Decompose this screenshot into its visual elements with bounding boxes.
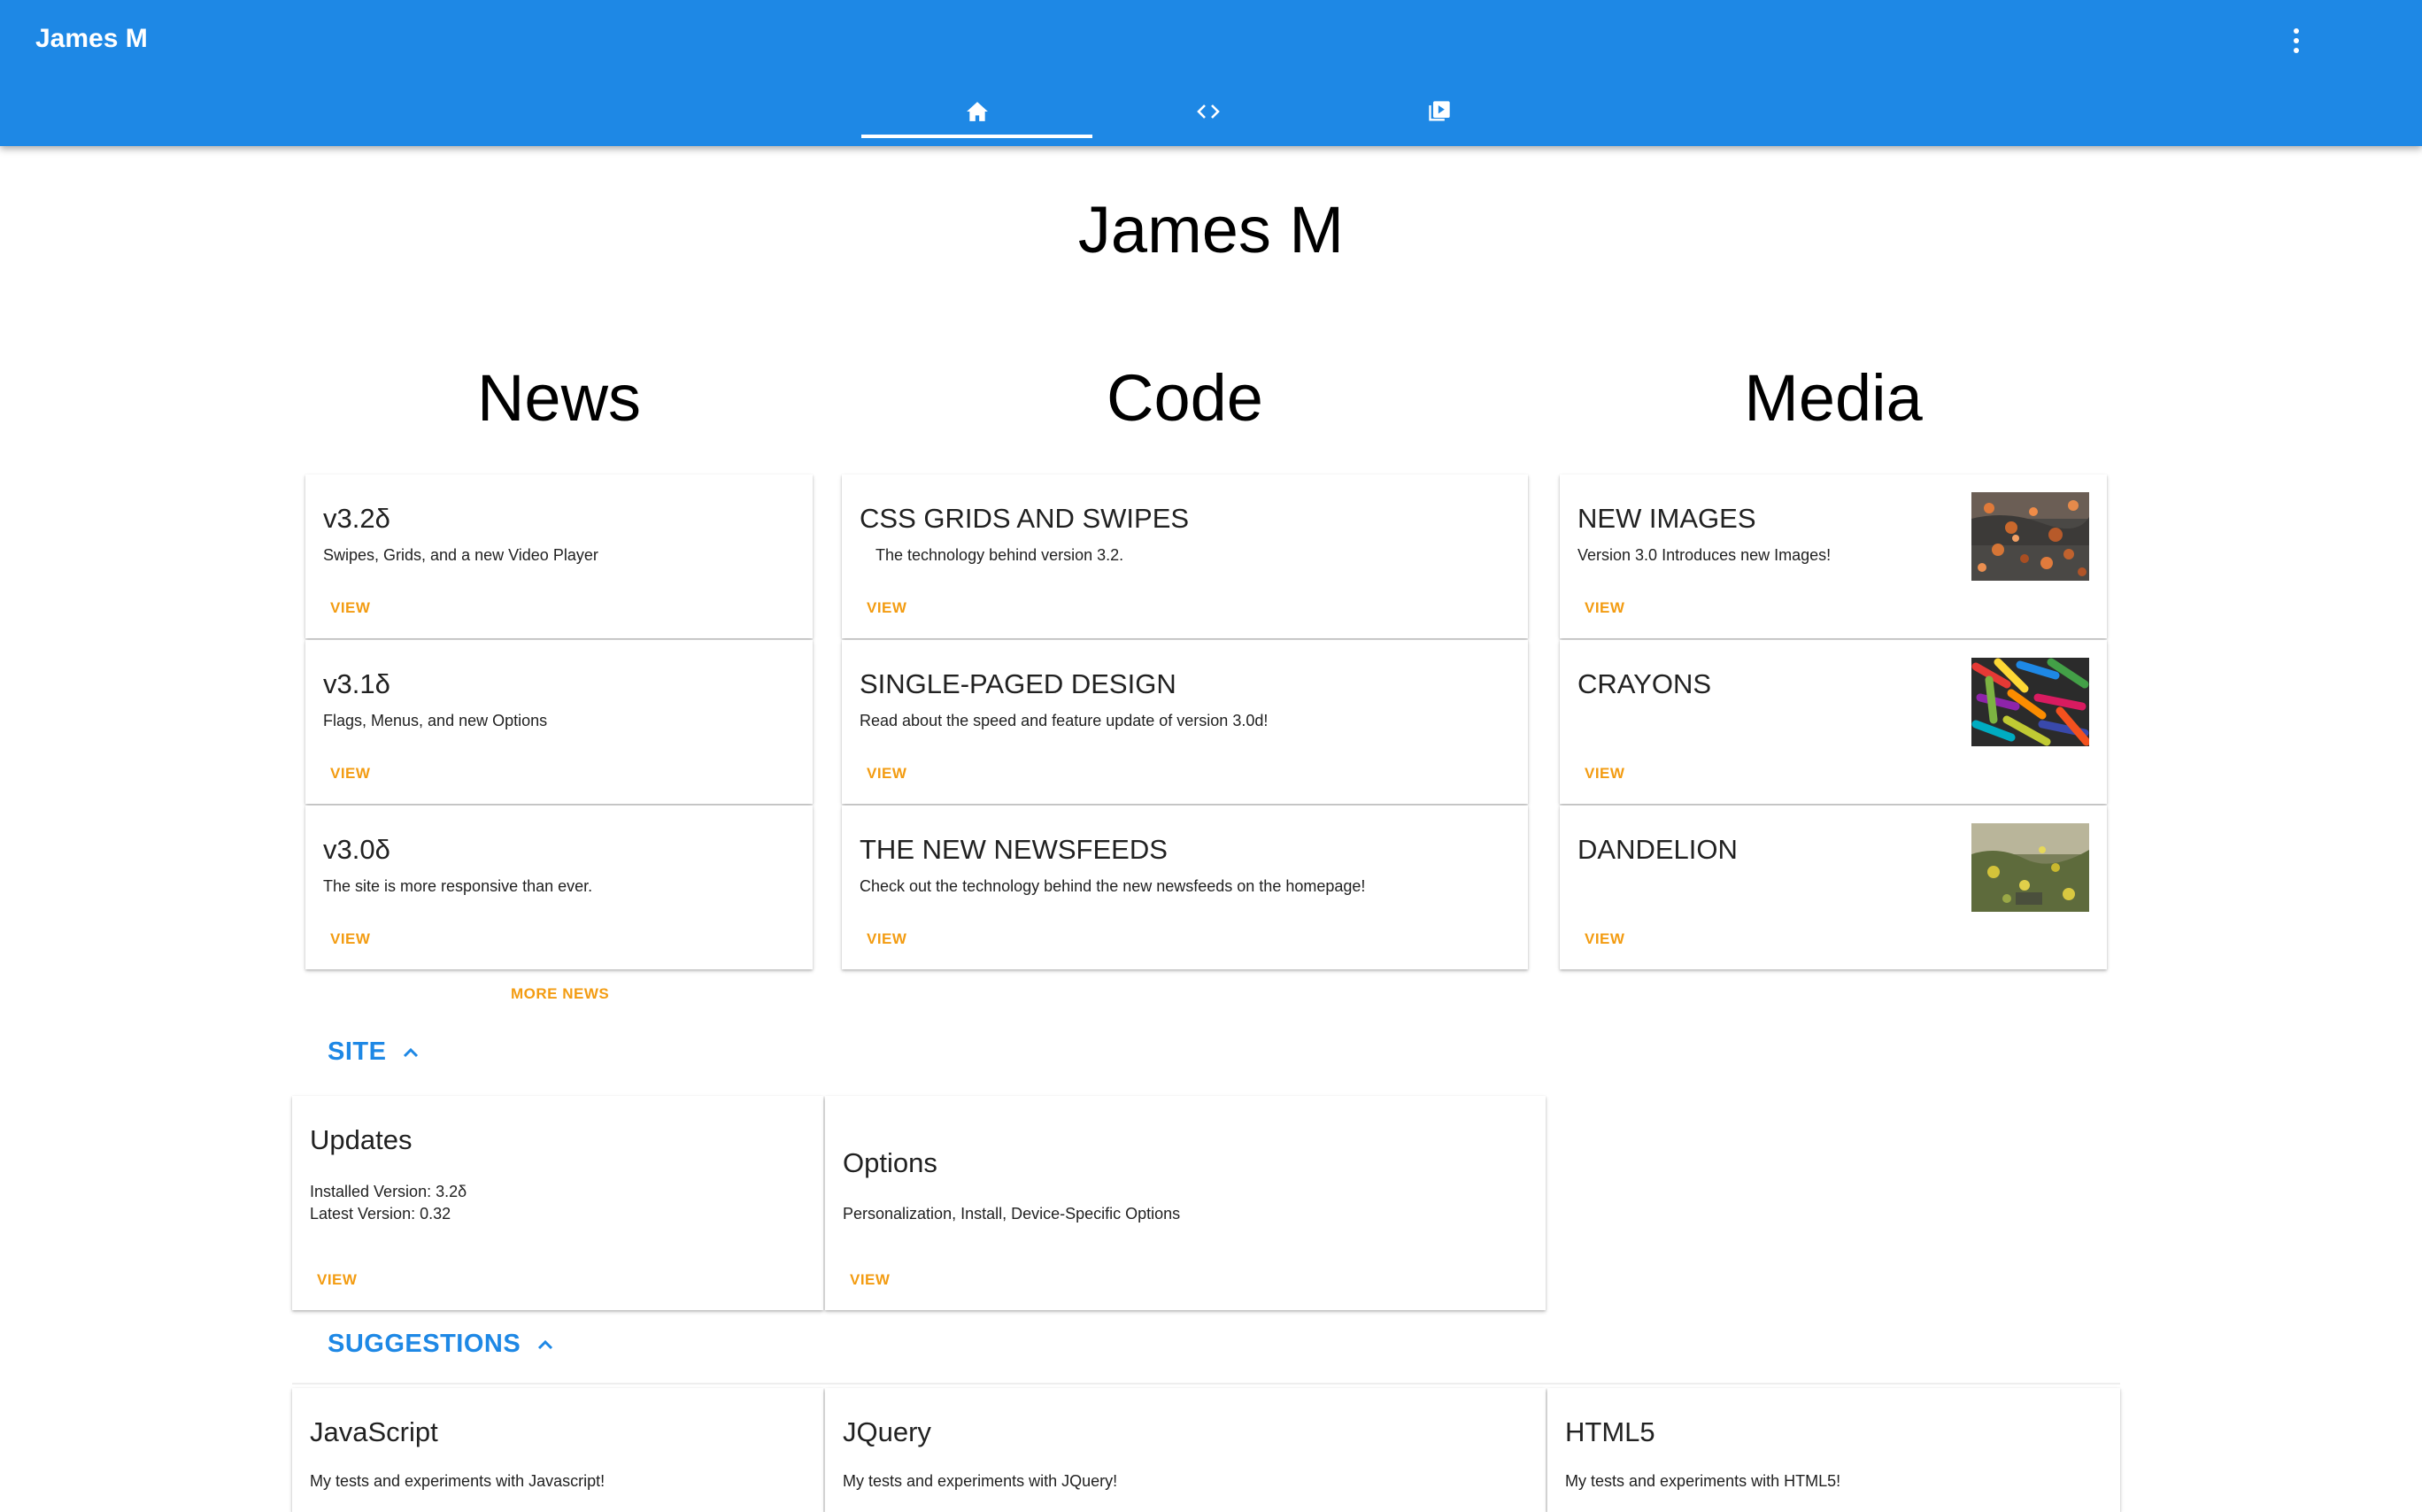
card-title: NEW IMAGES [1577,503,1756,534]
code-icon [1196,104,1220,119]
card-title: JavaScript [310,1416,438,1447]
options-card: Options Personalization, Install, Device… [825,1096,1546,1310]
view-button[interactable]: VIEW [867,765,906,783]
card-subtitle: The technology behind version 3.2. [875,546,1124,564]
card-text: My tests and experiments with Javascript… [310,1472,606,1490]
news-card: v3.2δ Swipes, Grids, and a new Video Pla… [305,474,813,638]
crayons-thumbnail[interactable] [1971,658,2089,746]
card-text: My tests and experiments with JQuery! [843,1472,1118,1490]
tab-media[interactable] [1323,85,1554,138]
media-heading: Media [1744,361,1923,435]
card-title: SINGLE-PAGED DESIGN [860,668,1176,699]
media-card: CRAYONS VIEW [1560,640,2107,804]
news-card: v3.0δ The site is more responsive than e… [305,806,813,969]
site-section-toggle[interactable]: SITE [328,1038,420,1067]
suggestion-card: JavaScript My tests and experiments with… [292,1388,823,1512]
installed-version: Installed Version: 3.2δ [310,1183,467,1200]
view-button[interactable]: VIEW [1585,599,1624,617]
card-subtitle: Version 3.0 Introduces new Images! [1577,546,1832,564]
media-card: DANDELION VIEW [1560,806,2107,969]
code-heading: Code [1107,361,1263,435]
card-title: Options [843,1147,937,1178]
news-card: v3.1δ Flags, Menus, and new Options VIEW [305,640,813,804]
code-card: CSS GRIDS AND SWIPES The technology behi… [842,474,1528,638]
view-button[interactable]: VIEW [317,1271,357,1289]
tab-home[interactable] [861,85,1092,138]
card-title: CRAYONS [1577,668,1712,699]
card-title: HTML5 [1565,1416,1655,1447]
page-title: James M [1077,193,1345,266]
code-card: THE NEW NEWSFEEDS Check out the technolo… [842,806,1528,969]
card-title: THE NEW NEWSFEEDS [860,834,1168,865]
view-button[interactable]: VIEW [1585,765,1624,783]
view-button[interactable]: VIEW [850,1271,890,1289]
autumn-leaves-thumbnail[interactable] [1971,492,2089,581]
card-text: Personalization, Install, Device-Specifi… [843,1205,1181,1223]
site-heading: SITE [328,1038,387,1066]
section-divider [292,1383,2120,1385]
view-button[interactable]: VIEW [330,930,370,948]
card-title: DANDELION [1577,834,1738,865]
card-title: v3.2δ [323,503,390,534]
tab-code[interactable] [1092,85,1323,138]
app-title: James M [35,24,148,53]
video-library-icon [1428,101,1450,121]
view-button[interactable]: VIEW [330,599,370,617]
suggestions-heading: SUGGESTIONS [328,1330,521,1358]
card-title: JQuery [843,1416,931,1447]
suggestions-section-toggle[interactable]: SUGGESTIONS [328,1330,554,1359]
tab-bar [861,85,1554,138]
chevron-up-icon [538,1339,553,1349]
view-button[interactable]: VIEW [330,765,370,783]
chevron-up-icon [404,1047,419,1057]
view-button[interactable]: VIEW [1585,930,1624,948]
more-vert-icon[interactable] [2279,23,2314,58]
media-card: NEW IMAGES Version 3.0 Introduces new Im… [1560,474,2107,638]
card-text: My tests and experiments with HTML5! [1565,1472,1841,1490]
card-title: v3.0δ [323,834,390,865]
card-subtitle: Check out the technology behind the new … [860,877,1366,895]
app-bar: James M [0,0,2422,146]
card-subtitle: Read about the speed and feature update … [860,712,1269,729]
card-subtitle: The site is more responsive than ever. [323,877,593,895]
card-title: Updates [310,1124,413,1155]
view-button[interactable]: VIEW [867,930,906,948]
latest-version: Latest Version: 0.32 [310,1205,451,1223]
suggestion-card: HTML5 My tests and experiments with HTML… [1547,1388,2120,1512]
card-subtitle: Swipes, Grids, and a new Video Player [323,546,598,564]
more-news-button[interactable]: MORE NEWS [511,985,609,1003]
updates-card: Updates Installed Version: 3.2δ Latest V… [292,1096,823,1310]
card-title: v3.1δ [323,668,390,699]
card-title: CSS GRIDS AND SWIPES [860,503,1190,534]
card-subtitle: Flags, Menus, and new Options [323,712,548,729]
home-icon [966,102,988,121]
news-heading: News [476,361,642,435]
suggestion-card: JQuery My tests and experiments with JQu… [825,1388,1546,1512]
dandelion-thumbnail[interactable] [1971,823,2089,912]
code-card: SINGLE-PAGED DESIGN Read about the speed… [842,640,1528,804]
view-button[interactable]: VIEW [867,599,906,617]
